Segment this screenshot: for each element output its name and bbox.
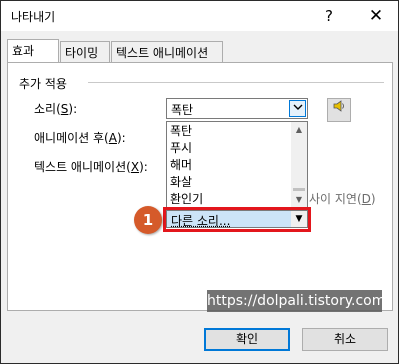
group-divider [88, 82, 384, 83]
text-animation-label: 텍스트 애니메이션(X): [34, 160, 148, 174]
list-item[interactable]: 화살 [170, 174, 192, 190]
tab-timing[interactable]: 타이밍 [60, 41, 110, 62]
list-item[interactable]: 해머 [170, 157, 192, 173]
watermark: https://dolpali.tistory.com [207, 290, 385, 312]
scroll-up-icon[interactable]: ▲ [291, 122, 307, 138]
sound-combobox-value: 폭탄 [171, 103, 194, 117]
list-item[interactable]: 환인기 [170, 191, 203, 207]
tab-effect[interactable]: 효과 [7, 39, 59, 63]
cancel-button[interactable]: 취소 [302, 328, 388, 351]
tab-panel-effect: 추가 적용 소리(S): 폭탄 애니메이션 후(A): 텍스트 애니메이션(X)… [7, 62, 393, 312]
sound-combobox[interactable]: 폭탄 [166, 98, 308, 119]
tab-text-animation[interactable]: 텍스트 애니메이션 [111, 41, 223, 62]
chevron-down-icon[interactable] [289, 100, 306, 117]
dialog-title: 나타내기 [11, 10, 56, 24]
help-button[interactable]: ? [319, 6, 339, 26]
sound-label: 소리(S): [34, 102, 78, 116]
dialog-window: 나타내기 ? ✕ 효과 타이밍 텍스트 애니메이션 추가 적용 소리(S): 폭… [0, 0, 399, 364]
list-item[interactable]: 폭탄 [170, 123, 192, 139]
delay-label: 사이 지연(D) [309, 192, 376, 206]
sound-dropdown-list[interactable]: 폭탄 푸시 해머 화살 환인기 ▲ ▼ [166, 121, 308, 209]
scroll-down-icon[interactable]: ▼ [291, 192, 307, 208]
close-button[interactable]: ✕ [365, 5, 387, 27]
title-bar: 나타내기 ? ✕ [1, 1, 398, 31]
list-scrollbar[interactable]: ▲ ▼ [291, 122, 307, 208]
tab-text-animation-label: 텍스트 애니메이션 [116, 46, 209, 60]
list-item[interactable]: 푸시 [170, 140, 192, 156]
highlight-box [163, 207, 311, 232]
group-label-enhancements: 추가 적용 [19, 77, 67, 91]
ok-button[interactable]: 확인 [204, 328, 290, 351]
step-callout: 1 [134, 206, 162, 234]
scroll-thumb[interactable] [293, 188, 305, 191]
speaker-icon[interactable] [327, 98, 351, 122]
after-animation-label: 애니메이션 후(A): [34, 131, 126, 145]
tab-effect-label: 효과 [12, 44, 35, 58]
tab-timing-label: 타이밍 [65, 46, 99, 60]
